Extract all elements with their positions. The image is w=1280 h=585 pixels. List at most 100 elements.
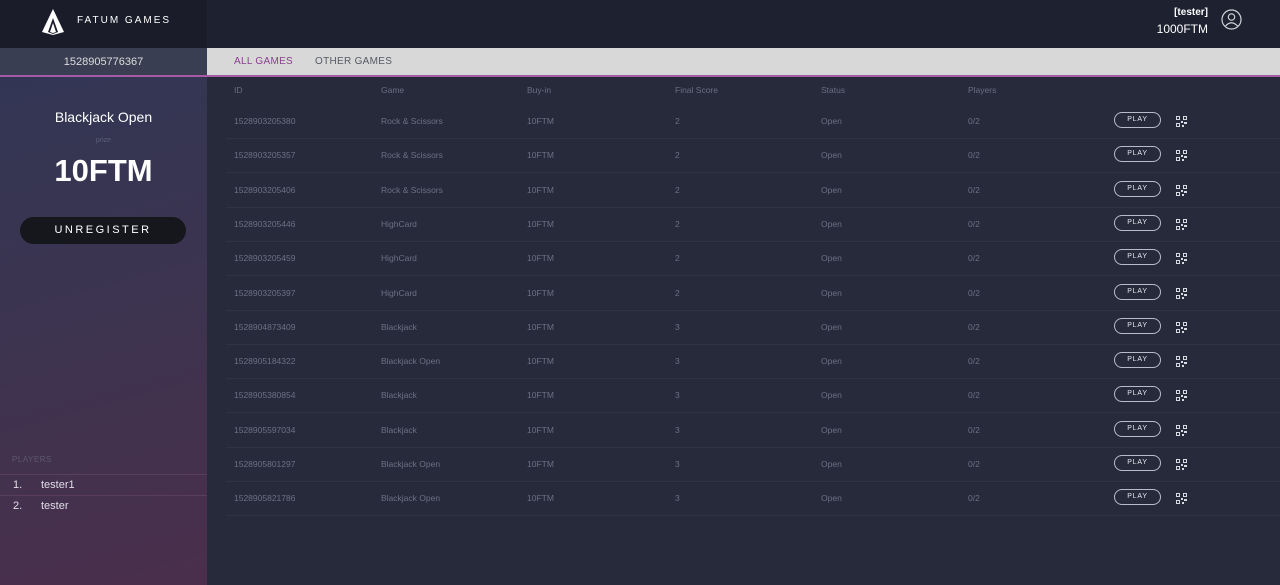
final-score-cell: 3: [675, 356, 680, 367]
column-header-id: ID: [234, 85, 243, 95]
play-button[interactable]: PLAY: [1114, 283, 1161, 300]
players-cell: 0/2: [968, 218, 980, 229]
buyin-cell: 10FTM: [527, 321, 554, 332]
play-button[interactable]: PLAY: [1114, 352, 1161, 369]
column-header-buyin: Buy-in: [527, 85, 552, 95]
brand-name: FATUM GAMES: [77, 15, 172, 26]
table-row: 1528903205380 Rock & Scissors 10FTM 2 Open 0/…: [226, 104, 1280, 139]
players-cell: 0/2: [968, 424, 980, 435]
players-cell: 0/2: [968, 356, 980, 367]
sub-navigation-bar: 1528905776367 ALL GAMES OTHER GAMES: [0, 48, 1280, 77]
game-name-cell: HighCard: [381, 218, 417, 229]
table-row: 1528903205357 Rock & Scissors 10FTM 2 Open 0/…: [226, 138, 1280, 174]
qr-code-icon[interactable]: [1176, 388, 1187, 402]
game-id-cell: 1528903205397: [234, 287, 296, 298]
column-header-score: Final Score: [675, 85, 718, 95]
play-button[interactable]: PLAY: [1114, 180, 1161, 197]
qr-code-icon[interactable]: [1176, 354, 1187, 368]
player-list-item: 2. tester: [0, 495, 207, 517]
buyin-cell: 10FTM: [527, 218, 554, 229]
session-box: 1528905776367: [0, 48, 207, 75]
player-list-item: 1. tester1: [0, 474, 207, 496]
final-score-cell: 2: [675, 184, 680, 195]
account-circle-icon[interactable]: [1221, 9, 1242, 30]
final-score-cell: 3: [675, 390, 680, 401]
qr-code-icon[interactable]: [1176, 491, 1187, 505]
qr-code-icon[interactable]: [1176, 320, 1187, 333]
game-id-cell: 1528905380854: [234, 390, 296, 401]
tab-all-games[interactable]: ALL GAMES: [234, 56, 293, 67]
game-name-cell: Blackjack Open: [381, 493, 441, 504]
players-cell: 0/2: [968, 287, 980, 298]
game-name-cell: Blackjack Open: [381, 459, 441, 469]
players-cell: 0/2: [968, 459, 980, 469]
table-row: 1528903205446 HighCard 10FTM 2 Open 0/2 PLAY: [226, 207, 1280, 242]
fatum-logo-icon: [42, 9, 64, 35]
game-sidebar: Blackjack Open prize 10FTM UNREGISTER PL…: [0, 77, 207, 585]
play-button[interactable]: PLAY: [1114, 420, 1161, 437]
game-id-cell: 1528904873409: [234, 321, 296, 332]
status-cell: Open: [821, 218, 842, 229]
user-info: [tester] 1000FTM: [1157, 7, 1208, 37]
session-id: 1528905776367: [63, 56, 144, 68]
player-name: tester1: [41, 479, 75, 491]
game-name-cell: Blackjack: [381, 321, 417, 332]
players-cell: 0/2: [968, 184, 980, 195]
players-heading: PLAYERS: [12, 455, 52, 464]
table-row: 1528905801297 Blackjack Open 10FTM 3 Open 0/2…: [226, 447, 1280, 482]
play-button[interactable]: PLAY: [1114, 214, 1161, 231]
play-button[interactable]: PLAY: [1114, 455, 1161, 471]
qr-code-icon[interactable]: [1176, 251, 1187, 265]
prize-amount: 10FTM: [54, 153, 153, 188]
table-row: 1528905597034 Blackjack 10FTM 3 Open 0/2 PLAY: [226, 413, 1280, 448]
play-button[interactable]: PLAY: [1114, 146, 1161, 163]
buyin-cell: 10FTM: [527, 150, 554, 161]
game-id-cell: 1528903205459: [234, 253, 296, 264]
unregister-button[interactable]: UNREGISTER: [20, 217, 186, 244]
top-header: FATUM GAMES [tester] 1000FTM: [0, 0, 1280, 48]
tab-other-games[interactable]: OTHER GAMES: [315, 56, 392, 67]
qr-code-icon[interactable]: [1176, 286, 1187, 299]
qr-code-icon[interactable]: [1176, 148, 1187, 162]
qr-code-icon[interactable]: [1176, 457, 1187, 470]
status-cell: Open: [821, 116, 842, 126]
column-header-game: Game: [381, 85, 405, 95]
qr-code-icon[interactable]: [1176, 183, 1187, 196]
play-button[interactable]: PLAY: [1114, 317, 1161, 334]
game-id-cell: 1528903205446: [234, 218, 296, 229]
brand-area: FATUM GAMES: [0, 0, 207, 48]
column-header-status: Status: [821, 85, 846, 95]
game-id-cell: 1528903205406: [234, 184, 296, 195]
game-id-cell: 1528905821786: [234, 493, 296, 504]
game-name-cell: Blackjack Open: [381, 356, 441, 367]
qr-code-icon[interactable]: [1176, 423, 1187, 436]
qr-code-icon[interactable]: [1176, 114, 1187, 127]
play-button[interactable]: PLAY: [1114, 386, 1161, 403]
user-balance: 1000FTM: [1156, 22, 1208, 36]
buyin-cell: 10FTM: [527, 390, 554, 401]
players-cell: 0/2: [968, 390, 980, 401]
prize-caption: prize: [95, 137, 112, 144]
player-name: tester: [41, 500, 69, 512]
status-cell: Open: [821, 253, 842, 264]
buyin-cell: 10FTM: [527, 116, 554, 126]
game-name-cell: Rock & Scissors: [381, 150, 443, 161]
game-name-cell: HighCard: [381, 287, 417, 298]
game-name-cell: Blackjack: [381, 390, 417, 401]
table-row: 1528903205397 HighCard 10FTM 2 Open 0/2 PLAY: [226, 276, 1280, 311]
status-cell: Open: [821, 150, 842, 161]
buyin-cell: 10FTM: [527, 253, 554, 264]
play-button[interactable]: PLAY: [1114, 249, 1161, 266]
status-cell: Open: [821, 287, 842, 298]
table-row: 1528904873409 Blackjack 10FTM 3 Open 0/2 PLAY: [226, 310, 1280, 345]
table-row: 1528905821786 Blackjack Open 10FTM 3 Open 0/2…: [226, 481, 1280, 517]
play-button[interactable]: PLAY: [1114, 112, 1161, 128]
play-button[interactable]: PLAY: [1114, 489, 1161, 506]
buyin-cell: 10FTM: [527, 287, 554, 298]
game-title: Blackjack Open: [54, 109, 153, 125]
qr-code-icon[interactable]: [1176, 217, 1187, 230]
status-cell: Open: [821, 459, 842, 469]
buyin-cell: 10FTM: [527, 424, 554, 435]
table-row: 1528905380854 Blackjack 10FTM 3 Open 0/2 PLAY: [226, 378, 1280, 414]
players-cell: 0/2: [968, 116, 980, 126]
